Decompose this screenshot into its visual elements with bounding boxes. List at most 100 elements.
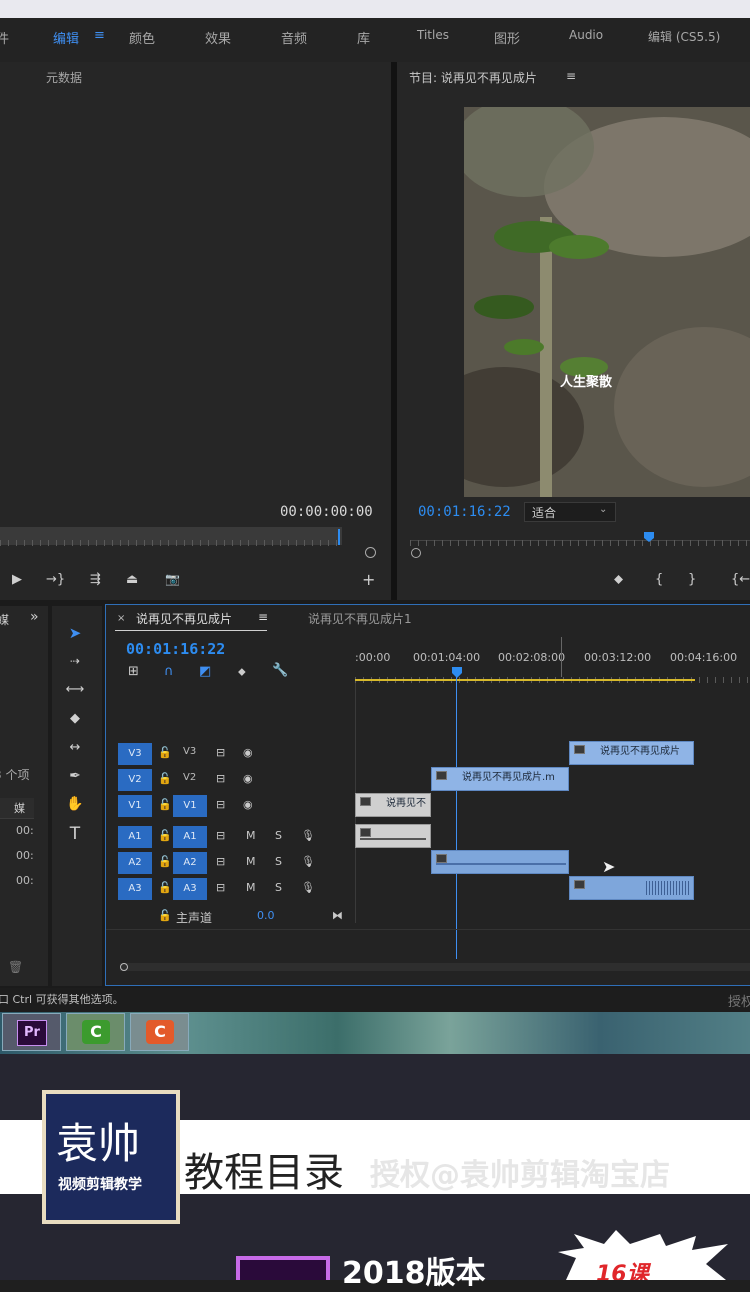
tab-active-sequence[interactable]: 说再见不再见成片 [136, 610, 232, 627]
go-to-in-button[interactable]: {← [731, 572, 750, 587]
project-tab-fragment[interactable]: 媒 [0, 611, 9, 628]
source-zoom-handle[interactable] [365, 547, 376, 558]
source-timecode[interactable]: 00:00:00:00 [280, 504, 373, 520]
mark-in-button[interactable]: { [655, 572, 663, 587]
program-zoom-handle[interactable] [411, 548, 421, 558]
eye-icon[interactable]: ◉ [243, 772, 253, 785]
workspace-item-titles[interactable]: Titles [417, 28, 449, 42]
sync-lock-icon[interactable]: ⊟ [216, 855, 225, 868]
metadata-tab[interactable]: 元数据 [46, 69, 82, 86]
sync-lock-icon[interactable]: ⊟ [216, 798, 225, 811]
track-target-a2[interactable]: A2 [173, 852, 207, 874]
work-area-bar[interactable] [355, 679, 695, 681]
lock-icon[interactable]: 🔓 [158, 772, 172, 785]
type-tool-icon[interactable]: T [64, 824, 86, 844]
lock-icon[interactable]: 🔓 [158, 909, 172, 922]
workspace-item-audio-cn[interactable]: 音频 [281, 28, 307, 47]
razor-tool-icon[interactable]: ◆ [64, 711, 86, 726]
microphone-icon[interactable]: 🎙 [301, 829, 315, 842]
eye-icon[interactable]: ◉ [243, 746, 253, 759]
workspace-item-graphics[interactable]: 图形 [494, 28, 520, 47]
sync-lock-icon[interactable]: ⊟ [216, 746, 225, 759]
add-button-icon[interactable]: + [362, 570, 375, 589]
wrench-icon[interactable]: 🔧 [272, 663, 288, 678]
program-menu-icon[interactable]: ≡ [566, 69, 576, 83]
lock-icon[interactable]: 🔓 [158, 881, 172, 894]
mute-button[interactable]: M [246, 881, 256, 894]
premiere-taskbar-button[interactable]: Pr [2, 1013, 61, 1051]
fit-dropdown[interactable]: 适合 ⌄ [524, 502, 616, 522]
track-target-a1[interactable]: A1 [173, 826, 207, 848]
step-forward-button[interactable]: ▶ [12, 572, 22, 587]
workspace-item-editing-cs55[interactable]: 编辑 (CS5.5) [648, 28, 720, 45]
snap-magnet-icon[interactable]: ∩ [164, 664, 174, 679]
track-source-a3[interactable]: A3 [118, 878, 152, 900]
camtasia-recorder-taskbar-button[interactable]: C [130, 1013, 189, 1051]
add-marker-button[interactable]: ⬥ [614, 572, 623, 587]
track-target-v1[interactable]: V1 [173, 795, 207, 817]
workspace-item-audio[interactable]: Audio [569, 28, 603, 42]
project-row-3[interactable]: 00: [16, 874, 34, 887]
workspace-menu-icon[interactable]: ≡ [94, 28, 105, 43]
workspace-item-editing[interactable]: 编辑 [53, 28, 79, 47]
timeline-scrollbar[interactable] [120, 963, 750, 971]
track-target-v3[interactable]: V3 [183, 746, 196, 757]
solo-button[interactable]: S [275, 829, 282, 842]
track-target-v2[interactable]: V2 [183, 772, 196, 783]
go-to-out-button[interactable]: →} [46, 572, 65, 587]
source-tab-arrow[interactable]: › [0, 69, 1, 83]
sync-lock-icon[interactable]: ⊟ [216, 772, 225, 785]
workspace-item-assembly[interactable]: 件 [0, 28, 9, 47]
workspace-item-effects[interactable]: 效果 [205, 28, 231, 47]
track-source-v3[interactable]: V3 [118, 743, 152, 765]
solo-button[interactable]: S [275, 855, 282, 868]
workspace-item-libraries[interactable]: 库 [357, 28, 370, 47]
track-source-v2[interactable]: V2 [118, 769, 152, 791]
mute-button[interactable]: M [246, 829, 256, 842]
track-select-tool-icon[interactable]: ⇢ [64, 654, 86, 668]
clip-a2[interactable] [431, 850, 569, 874]
timeline-timecode[interactable]: 00:01:16:22 [126, 640, 225, 658]
tab-menu-icon[interactable]: ≡ [258, 610, 268, 624]
solo-button[interactable]: S [275, 881, 282, 894]
project-row-1[interactable]: 00: [16, 824, 34, 837]
lock-icon[interactable]: 🔓 [158, 746, 172, 759]
tab-other-sequence[interactable]: 说再见不再见成片1 [308, 610, 412, 627]
trash-icon[interactable]: 🗑 [8, 960, 23, 974]
clip-a3[interactable] [569, 876, 694, 900]
lock-icon[interactable]: 🔓 [158, 798, 172, 811]
scrollbar-handle[interactable] [120, 963, 128, 971]
eye-icon[interactable]: ◉ [243, 798, 253, 811]
track-target-a3[interactable]: A3 [173, 878, 207, 900]
clip-v2[interactable]: 说再见不再见成片.m [431, 767, 569, 791]
panel-overflow-icon[interactable]: » [30, 609, 39, 625]
workspace-item-color[interactable]: 颜色 [129, 28, 155, 47]
master-volume-value[interactable]: 0.0 [257, 909, 275, 922]
selection-tool-icon[interactable]: ➤ [64, 624, 86, 642]
go-to-end-icon[interactable]: ⧓ [332, 909, 343, 922]
slip-tool-icon[interactable]: ↔ [64, 740, 86, 755]
clip-v3[interactable]: 说再见不再见成片 [569, 741, 694, 765]
camtasia-taskbar-button[interactable]: C [66, 1013, 125, 1051]
sync-lock-icon[interactable]: ⊟ [216, 881, 225, 894]
add-marker-icon[interactable]: ⬥ [238, 665, 246, 679]
project-column-header[interactable]: 媒 [0, 798, 34, 819]
ripple-edit-tool-icon[interactable]: ⟷ [64, 682, 86, 697]
overwrite-button[interactable]: ⏏ [126, 572, 138, 587]
clip-v1[interactable]: 说再见不 [355, 793, 431, 817]
mute-button[interactable]: M [246, 855, 256, 868]
program-timecode[interactable]: 00:01:16:22 [418, 504, 511, 520]
microphone-icon[interactable]: 🎙 [301, 881, 315, 894]
project-row-2[interactable]: 00: [16, 849, 34, 862]
close-icon[interactable]: × [117, 613, 125, 624]
linked-selection-icon[interactable]: ◩ [199, 664, 211, 679]
track-source-a2[interactable]: A2 [118, 852, 152, 874]
nest-toggle-icon[interactable]: ⊞ [128, 664, 139, 679]
insert-button[interactable]: ⇶ [90, 572, 101, 587]
track-source-a1[interactable]: A1 [118, 826, 152, 848]
lock-icon[interactable]: 🔓 [158, 855, 172, 868]
sync-lock-icon[interactable]: ⊟ [216, 829, 225, 842]
source-playhead[interactable] [338, 529, 340, 545]
mark-out-button[interactable]: } [688, 572, 696, 587]
track-source-v1[interactable]: V1 [118, 795, 152, 817]
